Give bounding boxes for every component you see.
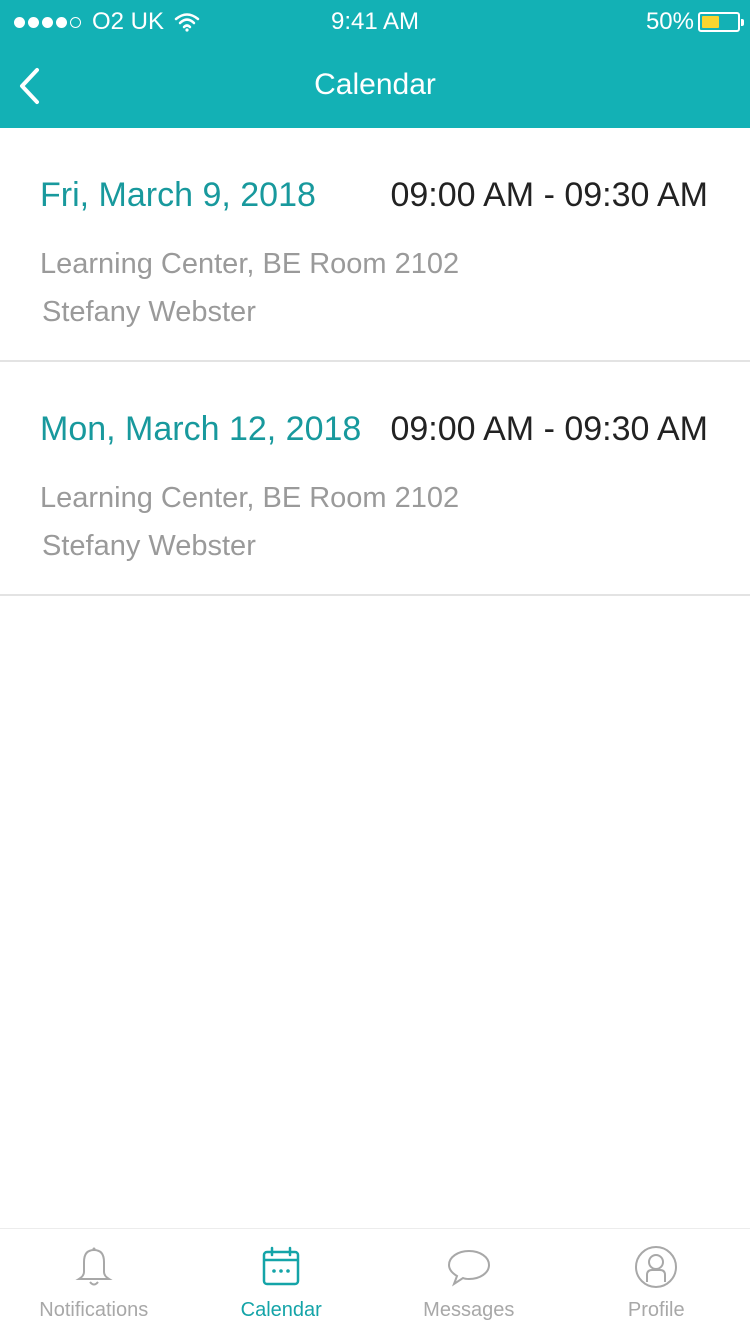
tab-profile[interactable]: Profile [563,1229,750,1334]
calendar-icon [263,1246,300,1286]
event-time: 09:00 AM - 09:30 AM [390,410,708,448]
event-item[interactable]: Fri, March 9, 2018 09:00 AM - 09:30 AM L… [0,128,750,362]
tab-messages[interactable]: Messages [375,1229,563,1334]
event-list: Fri, March 9, 2018 09:00 AM - 09:30 AM L… [0,128,750,596]
navigation-bar: Calendar [0,44,750,128]
battery-icon [698,12,744,32]
bell-icon [75,1247,113,1286]
status-time: 9:41 AM [330,8,420,35]
app-header: O2 UK 9:41 AM 50% Calendar [0,0,750,128]
tab-notifications[interactable]: Notifications [0,1229,188,1334]
event-item[interactable]: Mon, March 12, 2018 09:00 AM - 09:30 AM … [0,362,750,596]
tab-label: Profile [627,1299,685,1321]
battery-tip [741,19,744,26]
event-location: Learning Center, BE Room 2102 [40,482,460,514]
chat-bubble-icon [447,1249,490,1287]
tab-label: Messages [423,1299,515,1321]
event-date: Mon, March 12, 2018 [40,410,362,448]
tab-calendar[interactable]: Calendar [188,1229,376,1334]
event-date: Fri, March 9, 2018 [40,176,316,214]
tab-label: Calendar [240,1299,322,1321]
tab-label: Notifications [39,1299,149,1321]
page-title: Calendar [314,68,436,101]
event-time: 09:00 AM - 09:30 AM [390,176,708,214]
event-person: Stefany Webster [42,296,256,328]
event-location: Learning Center, BE Room 2102 [40,248,460,280]
user-icon [635,1246,678,1288]
status-bar: O2 UK 9:41 AM 50% [0,0,750,44]
event-person: Stefany Webster [42,530,256,562]
tab-bar: Notifications Calendar Messages Profile [0,1228,750,1334]
battery-percent: 50% [645,8,694,35]
battery-level [702,16,719,28]
status-right: 50% [645,8,744,36]
